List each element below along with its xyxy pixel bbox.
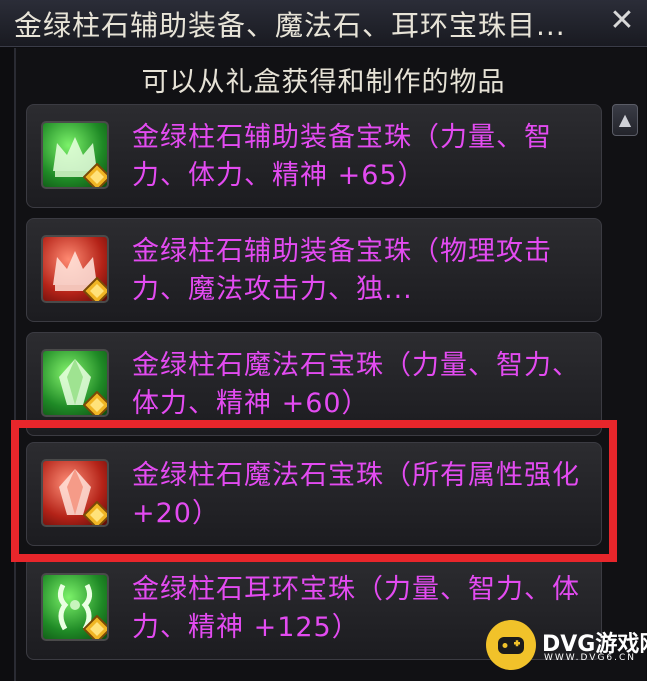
- orb-badge-icon: [83, 501, 107, 525]
- item-name: 金绿柱石辅助装备宝珠（物理攻击力、魔法攻击力、独...: [132, 236, 552, 305]
- list-item-2[interactable]: 金绿柱石辅助装备宝珠（物理攻击力、魔法攻击力、独...: [26, 218, 602, 322]
- list-item-4[interactable]: 金绿柱石魔法石宝珠（所有属性强化 +20）: [26, 442, 602, 546]
- orb-badge-icon: [83, 615, 107, 639]
- scroll-up-icon[interactable]: ▲: [612, 104, 638, 136]
- title-bar: 金绿柱石辅助装备、魔法石、耳环宝珠目... ✕: [0, 0, 647, 47]
- item-name: 金绿柱石魔法石宝珠（力量、智力、体力、精神 +60）: [132, 350, 580, 419]
- section-title: 可以从礼盒获得和制作的物品: [141, 67, 506, 98]
- green-crystal-icon: [41, 349, 109, 417]
- scrollbar[interactable]: ▲: [612, 100, 638, 660]
- orb-badge-icon: [83, 277, 107, 301]
- green-crown-icon: [41, 121, 109, 189]
- window-title: 金绿柱石辅助装备、魔法石、耳环宝珠目...: [14, 9, 566, 42]
- watermark-site: WWW.DVG6.CN: [544, 653, 637, 663]
- item-name: 金绿柱石辅助装备宝珠（力量、智力、体力、精神 +65）: [132, 122, 552, 191]
- red-crystal-icon: [41, 459, 109, 527]
- orb-badge-icon: [83, 391, 107, 415]
- watermark-logo-icon: [486, 620, 536, 670]
- list-item-1[interactable]: 金绿柱石辅助装备宝珠（力量、智力、体力、精神 +65）: [26, 104, 602, 208]
- red-crown-icon: [41, 235, 109, 303]
- green-earring-icon: [41, 573, 109, 641]
- close-icon[interactable]: ✕: [607, 6, 637, 36]
- orb-badge-icon: [83, 163, 107, 187]
- list-item-3[interactable]: 金绿柱石魔法石宝珠（力量、智力、体力、精神 +60）: [26, 332, 602, 436]
- item-name: 金绿柱石魔法石宝珠（所有属性强化 +20）: [132, 460, 580, 529]
- item-window: 金绿柱石辅助装备、魔法石、耳环宝珠目... ✕ 可以从礼盒获得和制作的物品 ▲: [0, 0, 647, 681]
- watermark: DVG游戏网 WWW.DVG6.CN: [486, 620, 647, 672]
